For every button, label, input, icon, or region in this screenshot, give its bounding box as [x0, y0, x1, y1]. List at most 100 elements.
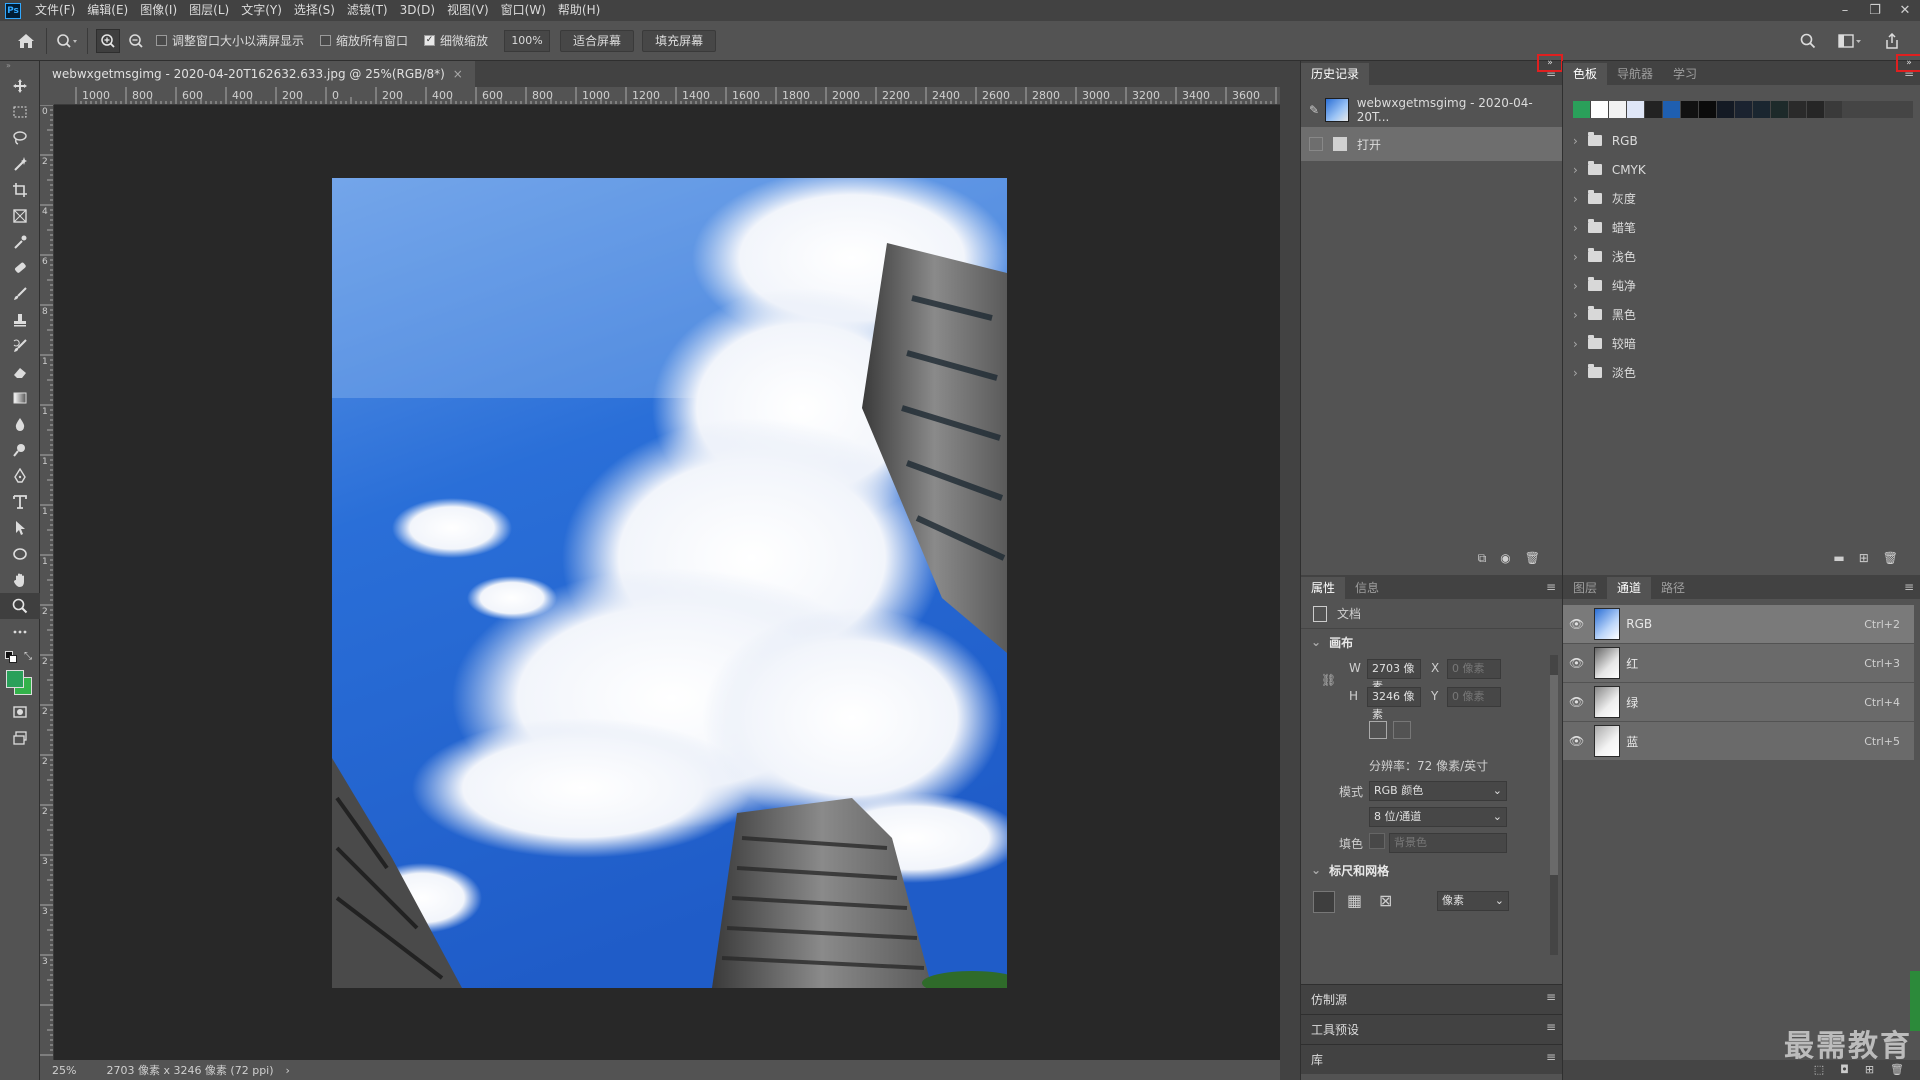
- share-icon[interactable]: [1880, 29, 1904, 53]
- channel-row[interactable]: 👁 红 Ctrl+3: [1563, 644, 1914, 682]
- pen-tool-icon[interactable]: [0, 463, 40, 489]
- new-swatch-icon[interactable]: ⊞: [1859, 551, 1869, 565]
- chevron-right-icon[interactable]: ›: [1573, 163, 1578, 177]
- workspace-icon[interactable]: [1838, 29, 1862, 53]
- chevron-right-icon[interactable]: ›: [1573, 366, 1578, 380]
- swatch-group-row[interactable]: › RGB: [1563, 126, 1920, 155]
- default-colors-icon[interactable]: ⤡: [0, 645, 39, 667]
- height-field[interactable]: 3246 像素: [1367, 687, 1421, 721]
- color-swatch[interactable]: [1609, 101, 1626, 118]
- rulers-grids-section-header[interactable]: ⌄ 标尺和网格: [1301, 857, 1562, 883]
- panel-menu-icon[interactable]: ≡: [1546, 580, 1556, 594]
- fill-screen-button[interactable]: 填充屏幕: [642, 29, 717, 52]
- mode-select[interactable]: RGB 颜色 ⌄: [1369, 781, 1507, 801]
- color-swatch[interactable]: [1627, 101, 1644, 118]
- fill-color-swatch[interactable]: [1369, 833, 1385, 849]
- brush-tool-icon[interactable]: [0, 281, 40, 307]
- move-tool-icon[interactable]: [0, 73, 40, 99]
- channel-row[interactable]: 👁 RGB Ctrl+2: [1563, 605, 1914, 643]
- ruler-icon[interactable]: [1313, 891, 1335, 913]
- history-brush-source-icon[interactable]: ✎: [1309, 103, 1319, 117]
- tab-paths[interactable]: 路径: [1651, 577, 1695, 599]
- color-swatch[interactable]: [1771, 101, 1788, 118]
- zoom-tool-icon[interactable]: [0, 593, 40, 619]
- clone-source-panel[interactable]: 仿制源 ≡: [1301, 984, 1562, 1014]
- canvas-area[interactable]: [54, 105, 1280, 1060]
- horizontal-ruler[interactable]: 1000 800 600 400 200 0 200 400 600 800 1…: [54, 87, 1280, 105]
- new-channel-icon[interactable]: ⊞: [1865, 1060, 1874, 1080]
- chevron-right-icon[interactable]: ›: [1573, 337, 1578, 351]
- menu-layer[interactable]: 图层(L): [183, 0, 235, 21]
- search-icon[interactable]: [1796, 29, 1820, 53]
- status-menu-arrow-icon[interactable]: ›: [286, 1064, 290, 1077]
- chevron-right-icon[interactable]: ›: [1573, 279, 1578, 293]
- crop-tool-icon[interactable]: [0, 177, 40, 203]
- bit-depth-select[interactable]: 8 位/通道 ⌄: [1369, 807, 1507, 827]
- color-swatch[interactable]: [1591, 101, 1608, 118]
- collapse-toolbar-icon[interactable]: »: [0, 61, 39, 73]
- menu-window[interactable]: 窗口(W): [495, 0, 552, 21]
- color-swatch[interactable]: [1645, 101, 1662, 118]
- fit-screen-button[interactable]: 适合屏幕: [560, 29, 635, 52]
- tab-info[interactable]: 信息: [1345, 577, 1389, 599]
- gradient-tool-icon[interactable]: [0, 385, 40, 411]
- screen-mode-icon[interactable]: [0, 725, 40, 751]
- history-brush-tool-icon[interactable]: [0, 333, 40, 359]
- hand-tool-icon[interactable]: [0, 567, 40, 593]
- document-image[interactable]: [332, 178, 1007, 988]
- dodge-tool-icon[interactable]: [0, 437, 40, 463]
- landscape-orientation-icon[interactable]: [1393, 721, 1411, 739]
- trash-icon[interactable]: 🗑: [1525, 551, 1540, 566]
- eye-visibility-icon[interactable]: 👁: [1569, 695, 1584, 709]
- swatch-group-row[interactable]: › CMYK: [1563, 155, 1920, 184]
- units-select[interactable]: 像素 ⌄: [1437, 891, 1509, 911]
- tab-navigator[interactable]: 导航器: [1607, 63, 1663, 85]
- magic-wand-tool-icon[interactable]: [0, 151, 40, 177]
- panel-menu-icon[interactable]: ≡: [1546, 1050, 1556, 1064]
- color-swatch[interactable]: [1699, 101, 1716, 118]
- ruler-origin[interactable]: [40, 87, 54, 105]
- chevron-right-icon[interactable]: ›: [1573, 308, 1578, 322]
- portrait-orientation-icon[interactable]: [1369, 721, 1387, 739]
- trash-icon[interactable]: 🗑: [1890, 1060, 1904, 1080]
- eyedropper-tool-icon[interactable]: [0, 229, 40, 255]
- camera-icon[interactable]: ◉: [1500, 551, 1510, 566]
- more-tools-icon[interactable]: [0, 619, 40, 645]
- eraser-tool-icon[interactable]: [0, 359, 40, 385]
- tool-presets-panel[interactable]: 工具预设 ≡: [1301, 1014, 1562, 1044]
- close-button[interactable]: ✕: [1890, 0, 1920, 21]
- menu-view[interactable]: 视图(V): [441, 0, 495, 21]
- scrollbar-thumb[interactable]: [1550, 675, 1558, 875]
- new-document-from-state-icon[interactable]: ⧉: [1478, 551, 1487, 566]
- type-tool-icon[interactable]: [0, 489, 40, 515]
- clone-stamp-tool-icon[interactable]: [0, 307, 40, 333]
- chevron-right-icon[interactable]: ›: [1573, 134, 1578, 148]
- tab-swatches[interactable]: 色板: [1563, 63, 1608, 85]
- minimize-button[interactable]: –: [1830, 0, 1860, 21]
- swatch-group-row[interactable]: › 黑色: [1563, 300, 1920, 329]
- link-icon[interactable]: ⛓: [1321, 673, 1336, 687]
- color-swatch[interactable]: [1735, 101, 1752, 118]
- y-field[interactable]: 0 像素: [1447, 687, 1501, 707]
- status-zoom[interactable]: 25%: [52, 1064, 76, 1077]
- eye-visibility-icon[interactable]: 👁: [1569, 656, 1584, 670]
- blur-tool-icon[interactable]: [0, 411, 40, 437]
- tab-learn[interactable]: 学习: [1663, 63, 1707, 85]
- color-swatch[interactable]: [1573, 101, 1590, 118]
- document-tab[interactable]: webwxgetmsgimg - 2020-04-20T162632.633.j…: [40, 61, 475, 87]
- path-selection-tool-icon[interactable]: [0, 515, 40, 541]
- width-field[interactable]: 2703 像素: [1367, 659, 1421, 693]
- menu-select[interactable]: 选择(S): [288, 0, 341, 21]
- trash-icon[interactable]: 🗑: [1883, 551, 1898, 565]
- zoom-all-windows-checkbox[interactable]: 缩放所有窗口: [320, 32, 408, 49]
- swatch-group-row[interactable]: › 淡色: [1563, 358, 1920, 387]
- swatch-group-row[interactable]: › 浅色: [1563, 242, 1920, 271]
- load-selection-icon[interactable]: ⬚: [1814, 1060, 1824, 1080]
- tab-layers[interactable]: 图层: [1563, 577, 1607, 599]
- vertical-ruler[interactable]: 0 2 4 6 8 1 1 1 1 1 2 2 2 2 2 3 3 3: [40, 105, 54, 1060]
- healing-brush-tool-icon[interactable]: [0, 255, 40, 281]
- properties-scrollbar[interactable]: [1550, 655, 1558, 955]
- collapse-panels-highlight[interactable]: »: [1896, 54, 1920, 72]
- color-swatch[interactable]: [1807, 101, 1824, 118]
- menu-filter[interactable]: 滤镜(T): [341, 0, 394, 21]
